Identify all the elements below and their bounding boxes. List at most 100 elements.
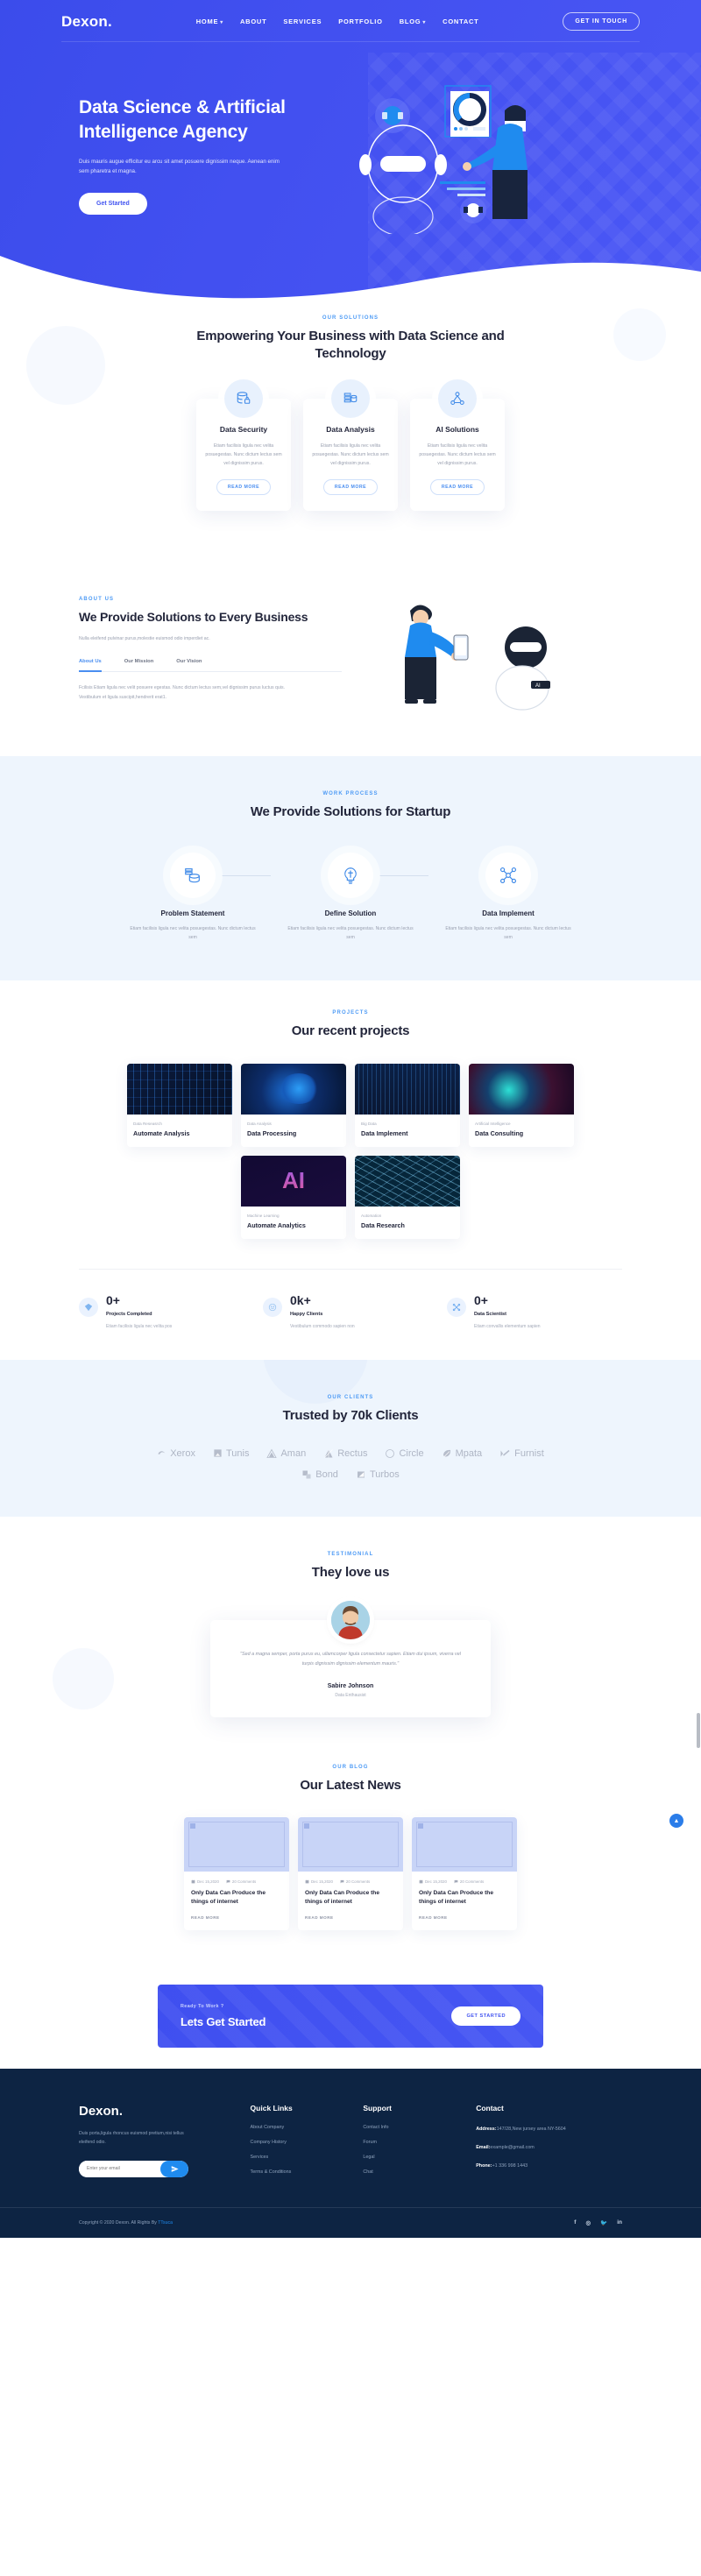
comment-icon (454, 1879, 458, 1884)
testimonial-name: Sabire Johnson (327, 1682, 374, 1689)
work-eyebrow: WORK PROCESS (322, 790, 379, 796)
smile-icon (263, 1297, 282, 1317)
client-name: Circle (399, 1447, 424, 1459)
tab-about-us[interactable]: About Us (79, 659, 102, 673)
footer-support-column: Support Contact Info Forum Legal Chat (363, 2104, 455, 2184)
cta-get-started-button[interactable]: GET STARTED (451, 2006, 520, 2026)
blog-post-card[interactable]: Dec 15,2020 20 Comments Only Data Can Pr… (412, 1816, 517, 1930)
footer-link-company-history[interactable]: Company History (251, 2140, 343, 2145)
cta-title: Lets Get Started (181, 2014, 266, 2028)
counter-item: 0+ Projects Completed Etiam facilisis li… (79, 1293, 254, 1331)
work-title: We Provide Solutions for Startup (250, 803, 451, 819)
read-more-link[interactable]: READ MORE (305, 1915, 396, 1920)
blog-section: OUR BLOG Our Latest News Dec 15,2020 20 … (0, 1756, 701, 1960)
read-more-button[interactable]: READ MORE (429, 478, 485, 495)
project-thumbnail (469, 1063, 574, 1115)
broken-image-icon (304, 1822, 309, 1829)
client-logo-furnist: Furnist (499, 1448, 544, 1459)
solution-card[interactable]: Data Security Etiam facilisis ligula nec… (196, 379, 291, 511)
linkedin-icon[interactable]: in (617, 2219, 622, 2226)
nav-item-portfolio[interactable]: PORTFOLIO (338, 18, 383, 25)
post-image-placeholder (298, 1816, 403, 1872)
chevron-down-icon: ▾ (422, 20, 427, 25)
node-icon (447, 1297, 466, 1317)
read-more-button[interactable]: READ MORE (322, 478, 379, 495)
newsletter-email-input[interactable] (79, 2160, 160, 2177)
footer-link-contact-info[interactable]: Contact Info (363, 2125, 455, 2130)
newsletter-submit-button[interactable] (160, 2160, 188, 2177)
project-card[interactable]: Big Data Data Implement (355, 1063, 460, 1147)
scroll-to-top-button[interactable]: ▲ (669, 1814, 683, 1828)
footer-brand-column: Dexon. Duis porta,ligula rhoncus euismod… (79, 2104, 230, 2184)
data-stack-icon (331, 379, 370, 418)
page-scrollbar[interactable] (697, 1713, 700, 1748)
get-started-button[interactable]: Get Started (79, 192, 147, 215)
client-name: Bond (315, 1468, 338, 1480)
footer-link-terms[interactable]: Terms & Conditions (251, 2169, 343, 2175)
counter-text: Vestibulum commodo sapien non (290, 1323, 355, 1329)
get-in-touch-button[interactable]: GET IN TOUCH (563, 12, 640, 31)
nav-links: HOME ▾ ABOUT SERVICES PORTFOLIO BLOG ▾ CON… (196, 18, 479, 25)
project-card[interactable]: Data Reseasrch Automate Analysis (127, 1063, 232, 1147)
footer-link-legal[interactable]: Legal (363, 2155, 455, 2160)
footer-link-chat[interactable]: Chat (363, 2169, 455, 2175)
svg-text:AI: AI (535, 683, 541, 689)
footer-logo[interactable]: Dexon. (79, 2104, 230, 2119)
tab-our-vision[interactable]: Our Vision (176, 659, 202, 671)
post-comments: 20 Comments (226, 1879, 256, 1884)
project-thumbnail (355, 1155, 460, 1207)
clients-section: OUR CLIENTS Trusted by 70k Clients Xerox… (0, 1360, 701, 1517)
counter-text: Etiam facilisis ligula nec velita pos (106, 1323, 173, 1329)
nav-item-home[interactable]: HOME ▾ (196, 18, 223, 25)
nav-item-contact[interactable]: CONTACT (443, 18, 478, 25)
nav-item-about[interactable]: ABOUT (240, 18, 266, 25)
hero-text: Data Science & Artificial Intelligence A… (79, 96, 342, 215)
project-title: Data Implement (361, 1129, 408, 1137)
client-logo-aman: Aman (266, 1448, 306, 1459)
client-logo-xerox: Xerox (157, 1448, 195, 1459)
counters-row: 0+ Projects Completed Etiam facilisis li… (79, 1268, 622, 1331)
blog-post-card[interactable]: Dec 15,2020 20 Comments Only Data Can Pr… (298, 1816, 403, 1930)
read-more-button[interactable]: READ MORE (216, 478, 272, 495)
blocks-mark-icon (302, 1470, 311, 1479)
nav-item-blog[interactable]: BLOG ▾ (400, 18, 426, 25)
project-card[interactable]: Data Analysis Data Processing (241, 1063, 346, 1147)
project-thumbnail (127, 1063, 232, 1115)
twitter-icon[interactable]: 🐦 (600, 2219, 607, 2226)
footer-contact-column: Contact Address:147/28,New jursey area N… (476, 2104, 622, 2184)
footer-link-services[interactable]: Services (251, 2155, 343, 2160)
project-card[interactable]: Automation Data Research (355, 1155, 460, 1239)
brand-logo[interactable]: Dexon. (61, 13, 112, 31)
read-more-link[interactable]: READ MORE (419, 1915, 510, 1920)
project-category: Data Reseasrch (133, 1121, 162, 1126)
counter-number: 0k+ (290, 1292, 311, 1307)
solution-card[interactable]: Data Analysis Etiam facilisis ligula nec… (303, 379, 398, 511)
leaf-mark-icon (443, 1449, 450, 1457)
diamond-icon (79, 1297, 98, 1317)
post-title: Only Data Can Produce the things of inte… (419, 1889, 494, 1906)
testimonial-eyebrow: TESTIMONIAL (327, 1551, 374, 1557)
solution-card-title: Data Security (219, 424, 268, 434)
lightbulb-idea-icon (328, 852, 373, 898)
footer-link-about-company[interactable]: About Company (251, 2125, 343, 2130)
solution-card[interactable]: AI Solutions Etiam facilisis ligula nec … (410, 379, 505, 511)
send-icon (171, 2165, 179, 2172)
contact-email: Email:example@gmail.com (476, 2145, 535, 2151)
client-logo-circle: Circle (385, 1447, 424, 1459)
footer-link-forum[interactable]: Forum (363, 2140, 455, 2145)
page-root: Dexon. HOME ▾ ABOUT SERVICES PORTFOLIO BL… (0, 0, 701, 2238)
project-card[interactable]: Artificial Intelligence Data Consulting (469, 1063, 574, 1147)
project-card[interactable]: Machine Learning Automate Analytics (241, 1155, 346, 1239)
footer-heading: Support (363, 2103, 392, 2112)
avatar (331, 1600, 370, 1639)
nav-item-services[interactable]: SERVICES (283, 18, 322, 25)
square-mark-icon (214, 1449, 222, 1457)
instagram-icon[interactable]: ◎ (585, 2219, 591, 2226)
facebook-icon[interactable]: f (574, 2219, 576, 2226)
network-nodes-icon (438, 379, 477, 418)
project-title: Automate Analytics (247, 1221, 306, 1229)
tab-our-mission[interactable]: Our Mission (124, 659, 154, 671)
read-more-link[interactable]: READ MORE (191, 1915, 282, 1920)
blog-post-card[interactable]: Dec 15,2020 20 Comments Only Data Can Pr… (184, 1816, 289, 1930)
projects-grid: Data Reseasrch Automate Analysis Data An… (79, 1063, 622, 1239)
